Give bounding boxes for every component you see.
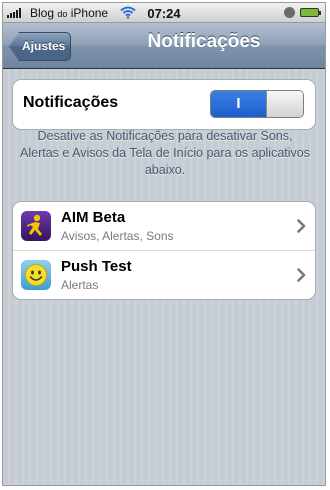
chevron-right-icon [297, 268, 306, 282]
app-row-aim-beta[interactable]: AIM Beta Avisos, Alertas, Sons [13, 202, 315, 250]
notifications-label: Notificações [23, 94, 119, 111]
app-name: AIM Beta [61, 209, 126, 226]
navigation-bar: Ajustes Notificações [3, 23, 325, 69]
battery-icon [300, 8, 321, 17]
page-title: Notificações [147, 31, 261, 52]
app-alert-types: Alertas [61, 278, 99, 292]
screen: Blog do iPhone 07:24 Ajustes Notificaçõe… [2, 2, 326, 486]
notifications-toggle[interactable]: I [210, 90, 304, 118]
apps-group: AIM Beta Avisos, Alertas, Sons Push Test… [12, 201, 316, 300]
app-name: Push Test [61, 258, 132, 275]
toggle-on-label: I [211, 91, 266, 117]
notifications-row: Notificações I [13, 80, 315, 129]
orientation-lock-icon [284, 7, 295, 18]
status-time: 07:24 [147, 6, 181, 21]
notifications-footnote: Desative as Notificações para desativar … [20, 129, 310, 177]
app-row-push-test[interactable]: Push Test Alertas [13, 250, 315, 299]
chevron-right-icon [297, 219, 306, 233]
toggle-knob[interactable] [266, 91, 303, 117]
notifications-group: Notificações I [12, 79, 316, 130]
aim-icon [21, 211, 51, 241]
status-bar: Blog do iPhone 07:24 [3, 3, 325, 23]
back-button[interactable]: Ajustes [9, 32, 71, 61]
smiley-icon [21, 260, 51, 290]
app-alert-types: Avisos, Alertas, Sons [61, 229, 174, 243]
